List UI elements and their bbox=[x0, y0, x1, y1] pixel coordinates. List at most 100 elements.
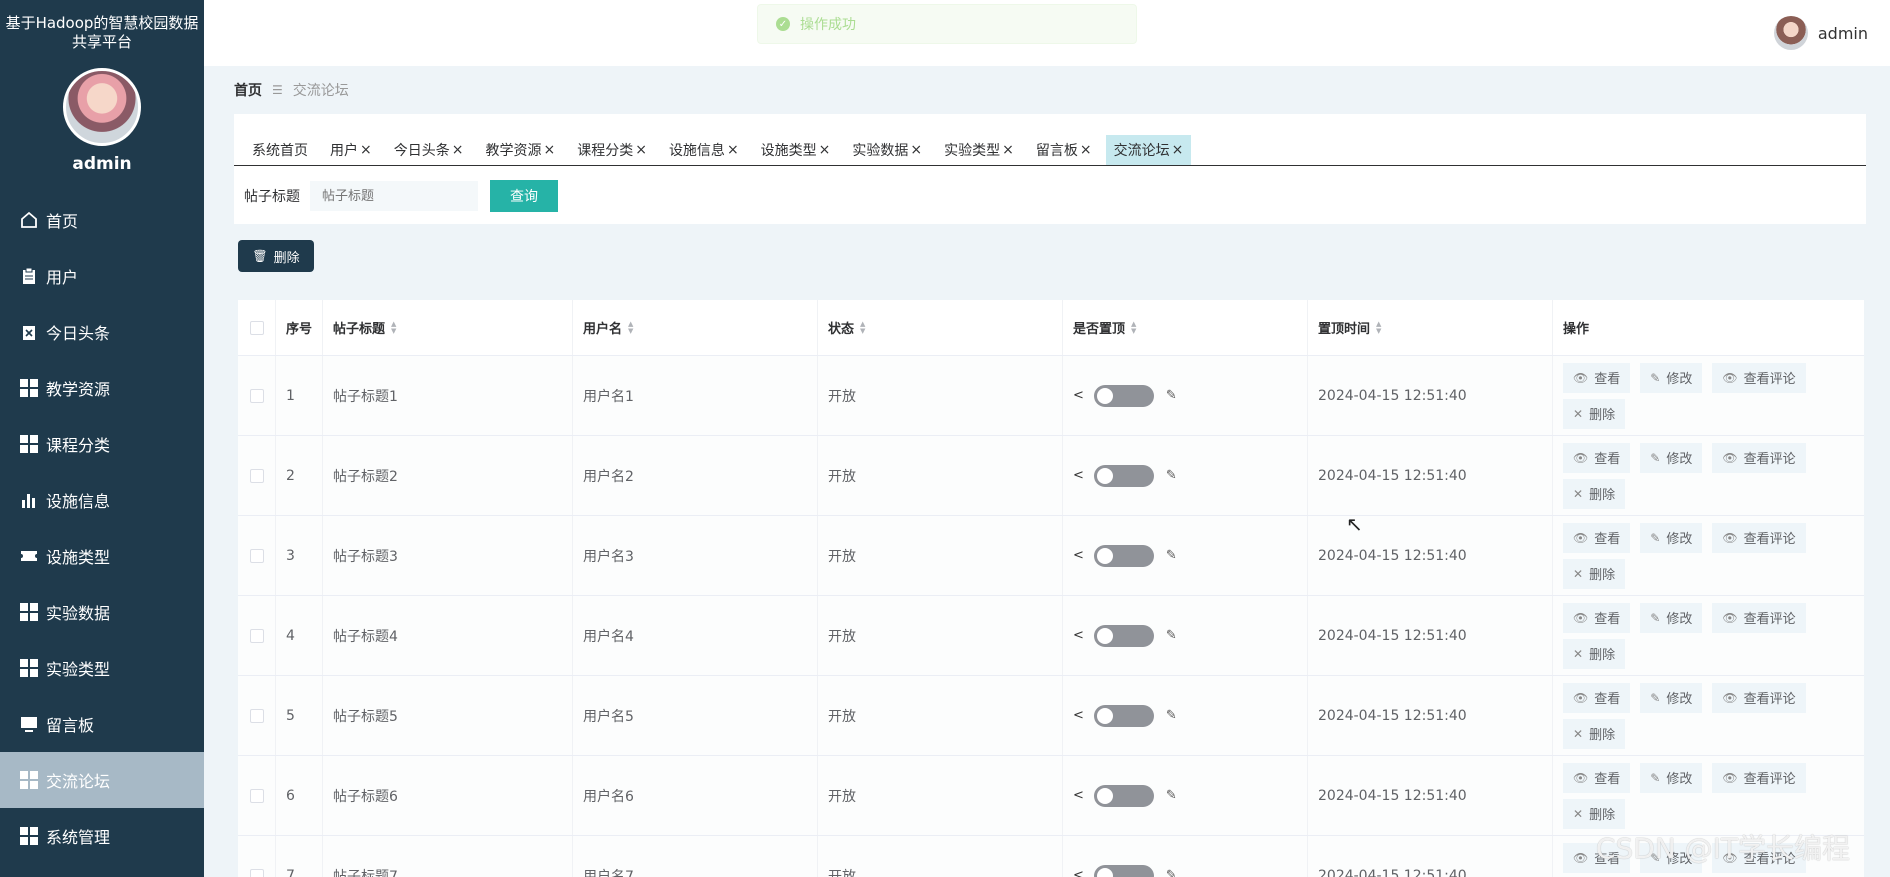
sort-icon[interactable]: ▲ ▼ bbox=[860, 320, 865, 335]
sidebar-item-0[interactable]: 首页 bbox=[0, 192, 204, 248]
sort-icon[interactable]: ▲ ▼ bbox=[1376, 320, 1381, 335]
sidebar-item-11[interactable]: 系统管理 bbox=[0, 808, 204, 864]
close-icon[interactable]: × bbox=[1002, 142, 1014, 158]
header-state[interactable]: 状态 ▲ ▼ bbox=[818, 300, 1063, 355]
view-comments-button[interactable]: 👁 查看评论 bbox=[1712, 762, 1806, 793]
pen-icon[interactable]: ✎ bbox=[1166, 628, 1177, 643]
sort-icon[interactable]: ▲ ▼ bbox=[1131, 320, 1136, 335]
pin-toggle[interactable] bbox=[1093, 624, 1154, 647]
pin-time: 2024-04-15 12:51:40 bbox=[1318, 867, 1467, 877]
edit-button[interactable]: ✎ 修改 bbox=[1640, 442, 1703, 473]
pin-toggle[interactable] bbox=[1093, 784, 1154, 807]
pin-toggle[interactable] bbox=[1093, 384, 1154, 407]
sidebar-item-6[interactable]: 设施类型 bbox=[0, 528, 204, 584]
pen-icon[interactable]: ✎ bbox=[1166, 788, 1177, 803]
header-title[interactable]: 帖子标题 ▲ ▼ bbox=[323, 300, 573, 355]
pen-icon[interactable]: ✎ bbox=[1166, 708, 1177, 723]
close-icon[interactable]: × bbox=[635, 142, 647, 158]
pen-icon[interactable]: ✎ bbox=[1166, 468, 1177, 483]
pen-icon[interactable]: ✎ bbox=[1166, 388, 1177, 403]
row-checkbox[interactable] bbox=[249, 868, 264, 877]
tab-9[interactable]: 留言板 × bbox=[1028, 135, 1100, 165]
tab-0[interactable]: 系统首页 bbox=[244, 135, 316, 165]
select-all-checkbox[interactable] bbox=[249, 320, 264, 335]
row-checkbox[interactable] bbox=[249, 548, 264, 563]
tab-6[interactable]: 设施类型 × bbox=[753, 135, 839, 165]
pin-toggle[interactable] bbox=[1093, 864, 1154, 877]
pen-icon[interactable]: ✎ bbox=[1166, 868, 1177, 877]
close-icon[interactable]: × bbox=[727, 142, 739, 158]
row-checkbox[interactable] bbox=[249, 788, 264, 803]
close-icon[interactable]: × bbox=[1080, 142, 1092, 158]
user-avatar[interactable] bbox=[1773, 16, 1808, 50]
delete-button[interactable]: ✕ 删除 bbox=[1563, 798, 1626, 829]
avatar[interactable] bbox=[63, 68, 141, 146]
view-button[interactable]: 👁 查看 bbox=[1563, 362, 1631, 393]
header-pin-time[interactable]: 置顶时间 ▲ ▼ bbox=[1308, 300, 1553, 355]
tab-10[interactable]: 交流论坛 × bbox=[1105, 134, 1192, 165]
breadcrumb-home[interactable]: 首页 bbox=[234, 80, 262, 100]
sidebar-item-7[interactable]: 实验数据 bbox=[0, 584, 204, 640]
header-label: 状态 bbox=[828, 322, 855, 337]
sidebar-item-8[interactable]: 实验类型 bbox=[0, 640, 204, 696]
row-checkbox[interactable] bbox=[249, 628, 264, 643]
delete-button[interactable]: ✕ 删除 bbox=[1563, 478, 1626, 509]
tab-7[interactable]: 实验数据 × bbox=[844, 135, 930, 165]
sidebar-item-2[interactable]: 今日头条 bbox=[0, 304, 204, 360]
sidebar-item-1[interactable]: 用户 bbox=[0, 248, 204, 304]
tab-3[interactable]: 教学资源 × bbox=[477, 135, 563, 165]
row-checkbox[interactable] bbox=[249, 708, 264, 723]
delete-button[interactable]: ✕ 删除 bbox=[1563, 398, 1626, 429]
bulk-delete-button[interactable]: 🗑 删除 bbox=[238, 240, 314, 272]
sort-icon[interactable]: ▲ ▼ bbox=[391, 320, 396, 335]
close-icon[interactable]: × bbox=[819, 142, 831, 158]
delete-button[interactable]: ✕ 删除 bbox=[1563, 718, 1626, 749]
view-comments-button[interactable]: 👁 查看评论 bbox=[1712, 362, 1806, 393]
header-user[interactable]: 用户名 ▲ ▼ bbox=[573, 300, 818, 355]
user-menu[interactable]: admin bbox=[1773, 16, 1868, 50]
delete-button[interactable]: ✕ 删除 bbox=[1563, 638, 1626, 669]
tab-1[interactable]: 用户 × bbox=[322, 135, 380, 165]
sidebar-item-3[interactable]: 教学资源 bbox=[0, 360, 204, 416]
pen-icon[interactable]: ✎ bbox=[1166, 548, 1177, 563]
close-icon[interactable]: × bbox=[910, 142, 922, 158]
view-comments-button[interactable]: 👁 查看评论 bbox=[1712, 442, 1806, 473]
tab-4[interactable]: 课程分类 × bbox=[569, 135, 655, 165]
edit-button[interactable]: ✎ 修改 bbox=[1640, 682, 1703, 713]
view-button[interactable]: 👁 查看 bbox=[1563, 522, 1631, 553]
close-icon[interactable]: × bbox=[543, 142, 555, 158]
close-icon[interactable]: × bbox=[360, 142, 372, 158]
sidebar-menu: 首页 用户 今日头条 教学资源 课程分类 设施信息 设施类型 实验数据 实验类型 留言板 交流论坛系… bbox=[0, 192, 204, 864]
sidebar-item-10[interactable]: 交流论坛 bbox=[0, 752, 204, 808]
view-comments-button[interactable]: 👁 查看评论 bbox=[1712, 602, 1806, 633]
sidebar-item-5[interactable]: 设施信息 bbox=[0, 472, 204, 528]
pin-toggle[interactable] bbox=[1093, 544, 1154, 567]
pin-toggle[interactable] bbox=[1093, 464, 1154, 487]
close-icon[interactable]: × bbox=[1172, 142, 1184, 158]
row-checkbox[interactable] bbox=[249, 468, 264, 483]
tab-5[interactable]: 设施信息 × bbox=[661, 135, 747, 165]
view-button[interactable]: 👁 查看 bbox=[1563, 602, 1631, 633]
search-input[interactable] bbox=[310, 181, 478, 211]
close-icon[interactable]: × bbox=[452, 142, 464, 158]
delete-button[interactable]: ✕ 删除 bbox=[1563, 558, 1626, 589]
tab-8[interactable]: 实验类型 × bbox=[936, 135, 1022, 165]
pin-toggle[interactable] bbox=[1093, 704, 1154, 727]
view-button[interactable]: 👁 查看 bbox=[1563, 682, 1631, 713]
sidebar-item-4[interactable]: 课程分类 bbox=[0, 416, 204, 472]
view-comments-button[interactable]: 👁 查看评论 bbox=[1712, 522, 1806, 553]
edit-button[interactable]: ✎ 修改 bbox=[1640, 362, 1703, 393]
action-label: 修改 bbox=[1666, 452, 1693, 467]
row-checkbox[interactable] bbox=[249, 388, 264, 403]
header-pinned[interactable]: 是否置顶 ▲ ▼ bbox=[1063, 300, 1308, 355]
view-comments-button[interactable]: 👁 查看评论 bbox=[1712, 682, 1806, 713]
view-button[interactable]: 👁 查看 bbox=[1563, 442, 1631, 473]
sort-icon[interactable]: ▲ ▼ bbox=[628, 320, 633, 335]
view-button[interactable]: 👁 查看 bbox=[1563, 762, 1631, 793]
edit-button[interactable]: ✎ 修改 bbox=[1640, 602, 1703, 633]
edit-button[interactable]: ✎ 修改 bbox=[1640, 762, 1703, 793]
tab-2[interactable]: 今日头条 × bbox=[386, 135, 472, 165]
sidebar-item-9[interactable]: 留言板 bbox=[0, 696, 204, 752]
edit-button[interactable]: ✎ 修改 bbox=[1640, 522, 1703, 553]
search-button[interactable]: 查询 bbox=[490, 180, 558, 212]
